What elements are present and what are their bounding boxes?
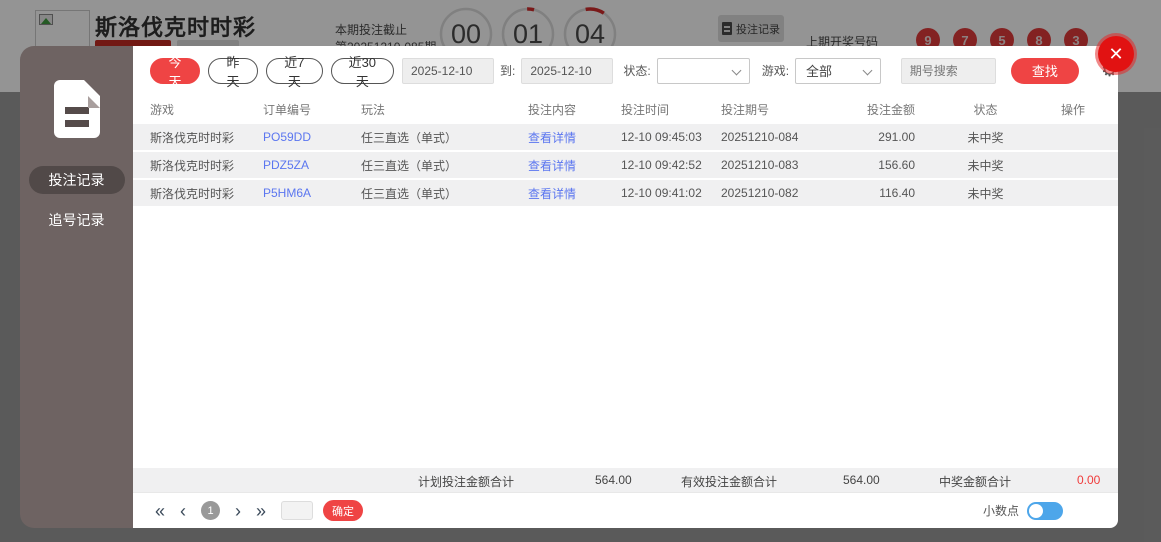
page-jump-confirm-button[interactable]: 确定: [323, 500, 364, 521]
valid-total-value: 564.00: [843, 473, 880, 487]
quick-filter-today[interactable]: 今天: [150, 55, 200, 89]
game-label: 游戏:: [761, 64, 790, 78]
bet-records-modal: 投注记录 追号记录 ✕ 今天 昨天 近7天 近30天 到: 状态: 游戏: 全部: [20, 36, 1134, 528]
cell-order-id-link[interactable]: PDZ5ZA: [263, 158, 361, 172]
cell-game: 斯洛伐克时时彩: [150, 186, 235, 201]
search-button[interactable]: 查找: [1010, 57, 1079, 84]
cell-period: 20251210-084: [721, 130, 799, 144]
first-page-icon[interactable]: «: [155, 502, 165, 520]
sidebar-item-chase-records[interactable]: 追号记录: [29, 206, 125, 234]
pagination-bar: « ‹ 1 › » 确定 小数点: [133, 492, 1118, 528]
plan-total-value: 564.00: [595, 473, 632, 487]
table-row: 斯洛伐克时时彩 PO59DD 任三直选（单式） 查看详情 12-10 09:45…: [133, 124, 1118, 150]
modal-sidebar: 投注记录 追号记录: [20, 46, 133, 528]
chevron-down-icon: [731, 65, 742, 75]
last-page-icon[interactable]: »: [256, 502, 266, 520]
cell-play: 任三直选（单式）: [361, 158, 458, 173]
quick-filter-7days[interactable]: 近7天: [266, 55, 323, 89]
cell-status: 未中奖: [967, 186, 1004, 201]
view-detail-link[interactable]: 查看详情: [528, 185, 621, 202]
cell-amount: 156.60: [878, 158, 915, 172]
cell-time: 12-10 09:42:52: [621, 158, 702, 172]
sidebar-item-bet-records[interactable]: 投注记录: [28, 166, 125, 194]
cell-status: 未中奖: [967, 158, 1004, 173]
plan-total-label: 计划投注金额合计: [418, 475, 515, 489]
win-total-label: 中奖金额合计: [939, 475, 1012, 489]
col-amount: 投注金额: [866, 102, 915, 117]
close-icon[interactable]: ✕: [1098, 36, 1134, 72]
period-search-input[interactable]: [900, 57, 996, 84]
valid-total-label: 有效投注金额合计: [681, 475, 778, 489]
table-header-row: 游戏 订单编号 玩法 投注内容 投注时间 投注期号 投注金额 状态 操作: [133, 96, 1118, 122]
cell-play: 任三直选（单式）: [361, 186, 458, 201]
sidebar-item-label: 投注记录: [48, 172, 105, 188]
cell-order-id-link[interactable]: PO59DD: [263, 130, 361, 144]
cell-period: 20251210-082: [721, 186, 799, 200]
col-status: 状态: [973, 102, 998, 117]
col-period: 投注期号: [721, 102, 770, 117]
col-game: 游戏: [150, 102, 175, 117]
next-page-icon[interactable]: ›: [235, 502, 241, 520]
cell-time: 12-10 09:41:02: [621, 186, 702, 200]
game-select[interactable]: 全部: [795, 57, 881, 84]
sidebar-item-label: 追号记录: [48, 212, 105, 228]
date-to-input[interactable]: [521, 57, 614, 84]
quick-filter-yesterday[interactable]: 昨天: [208, 55, 258, 89]
cell-play: 任三直选（单式）: [361, 130, 458, 145]
view-detail-link[interactable]: 查看详情: [528, 157, 621, 174]
table-row: 斯洛伐克时时彩 PDZ5ZA 任三直选（单式） 查看详情 12-10 09:42…: [133, 152, 1118, 178]
cell-order-id-link[interactable]: P5HM6A: [263, 186, 361, 200]
cell-period: 20251210-083: [721, 158, 799, 172]
filter-bar: 今天 昨天 近7天 近30天 到: 状态: 游戏: 全部 查找 ⚙: [133, 46, 1118, 89]
col-operation: 操作: [1060, 102, 1085, 117]
status-select[interactable]: [656, 57, 750, 84]
prev-page-icon[interactable]: ‹: [180, 502, 186, 520]
current-page-badge[interactable]: 1: [201, 501, 221, 520]
date-to-label: 到:: [499, 64, 516, 78]
table-row: 斯洛伐克时时彩 P5HM6A 任三直选（单式） 查看详情 12-10 09:41…: [133, 180, 1118, 206]
status-label: 状态:: [623, 64, 651, 78]
decimal-toggle[interactable]: [1027, 501, 1063, 520]
view-detail-link[interactable]: 查看详情: [528, 129, 621, 146]
quick-filter-30days[interactable]: 近30天: [330, 55, 394, 89]
cell-status: 未中奖: [967, 130, 1004, 145]
chevron-down-icon: [862, 65, 873, 75]
date-from-input[interactable]: [401, 57, 494, 84]
game-select-value: 全部: [806, 64, 833, 79]
cell-game: 斯洛伐克时时彩: [150, 130, 235, 145]
page-jump-input[interactable]: [281, 501, 314, 520]
col-content: 投注内容: [528, 102, 577, 117]
decimal-toggle-group: 小数点: [982, 501, 1063, 520]
cell-game: 斯洛伐克时时彩: [150, 158, 235, 173]
modal-content: ✕ 今天 昨天 近7天 近30天 到: 状态: 游戏: 全部 查找 ⚙ 游戏: [133, 36, 1134, 528]
records-document-icon: [53, 80, 100, 138]
decimal-label: 小数点: [982, 504, 1019, 518]
col-order-id: 订单编号: [263, 102, 312, 117]
cell-time: 12-10 09:45:03: [621, 130, 702, 144]
col-play: 玩法: [361, 102, 386, 117]
col-time: 投注时间: [621, 102, 670, 117]
win-total-value: 0.00: [1077, 473, 1101, 487]
cell-amount: 291.00: [878, 130, 915, 144]
cell-amount: 116.40: [879, 186, 915, 200]
summary-bar: 计划投注金额合计 564.00 有效投注金额合计 564.00 中奖金额合计 0…: [133, 468, 1118, 492]
table-empty-space: [133, 206, 1118, 468]
